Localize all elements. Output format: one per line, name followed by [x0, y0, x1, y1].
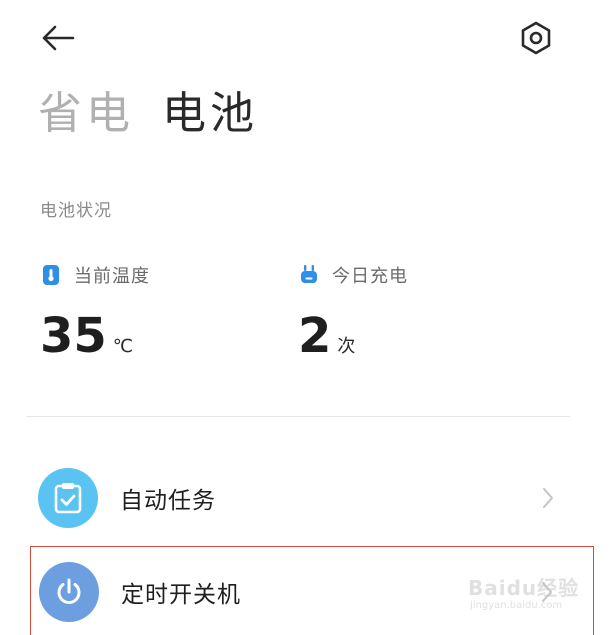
- temperature-unit: ℃: [112, 336, 134, 357]
- section-divider: [26, 416, 570, 417]
- chevron-right-icon: [539, 580, 555, 604]
- thermometer-icon: [40, 264, 62, 286]
- charges-today-stat: 今日充电 2 次: [298, 262, 408, 364]
- tab-power-saving[interactable]: 省电: [38, 84, 134, 144]
- menu-item-label: 定时开关机: [121, 582, 241, 608]
- temperature-value: 35: [40, 308, 107, 364]
- temperature-label: 当前温度: [74, 266, 150, 287]
- chevron-right-icon: [540, 486, 556, 510]
- menu-item-scheduled-power[interactable]: 定时开关机: [30, 546, 594, 635]
- back-button[interactable]: [38, 20, 78, 56]
- tab-battery[interactable]: 电池: [162, 84, 258, 144]
- battery-status-title: 电池状况: [40, 201, 112, 221]
- clipboard-check-icon: [38, 468, 98, 528]
- charges-today-label: 今日充电: [332, 266, 408, 287]
- plug-icon: [298, 264, 320, 286]
- battery-page: 省电 电池 电池状况 当前温度 35 ℃ 今日充电 2 次 自动任务 定时开关机…: [0, 0, 611, 635]
- arrow-left-icon: [42, 25, 75, 51]
- hexagon-gear-icon: [521, 21, 551, 55]
- power-icon: [39, 562, 99, 622]
- top-tabs: 省电 电池: [38, 84, 258, 144]
- menu-item-label: 自动任务: [120, 488, 216, 514]
- charges-today-unit: 次: [337, 336, 356, 357]
- temperature-stat: 当前温度 35 ℃: [40, 262, 150, 364]
- charges-today-value: 2: [298, 308, 332, 364]
- menu-item-auto-tasks[interactable]: 自动任务: [30, 454, 594, 542]
- settings-button[interactable]: [514, 18, 558, 58]
